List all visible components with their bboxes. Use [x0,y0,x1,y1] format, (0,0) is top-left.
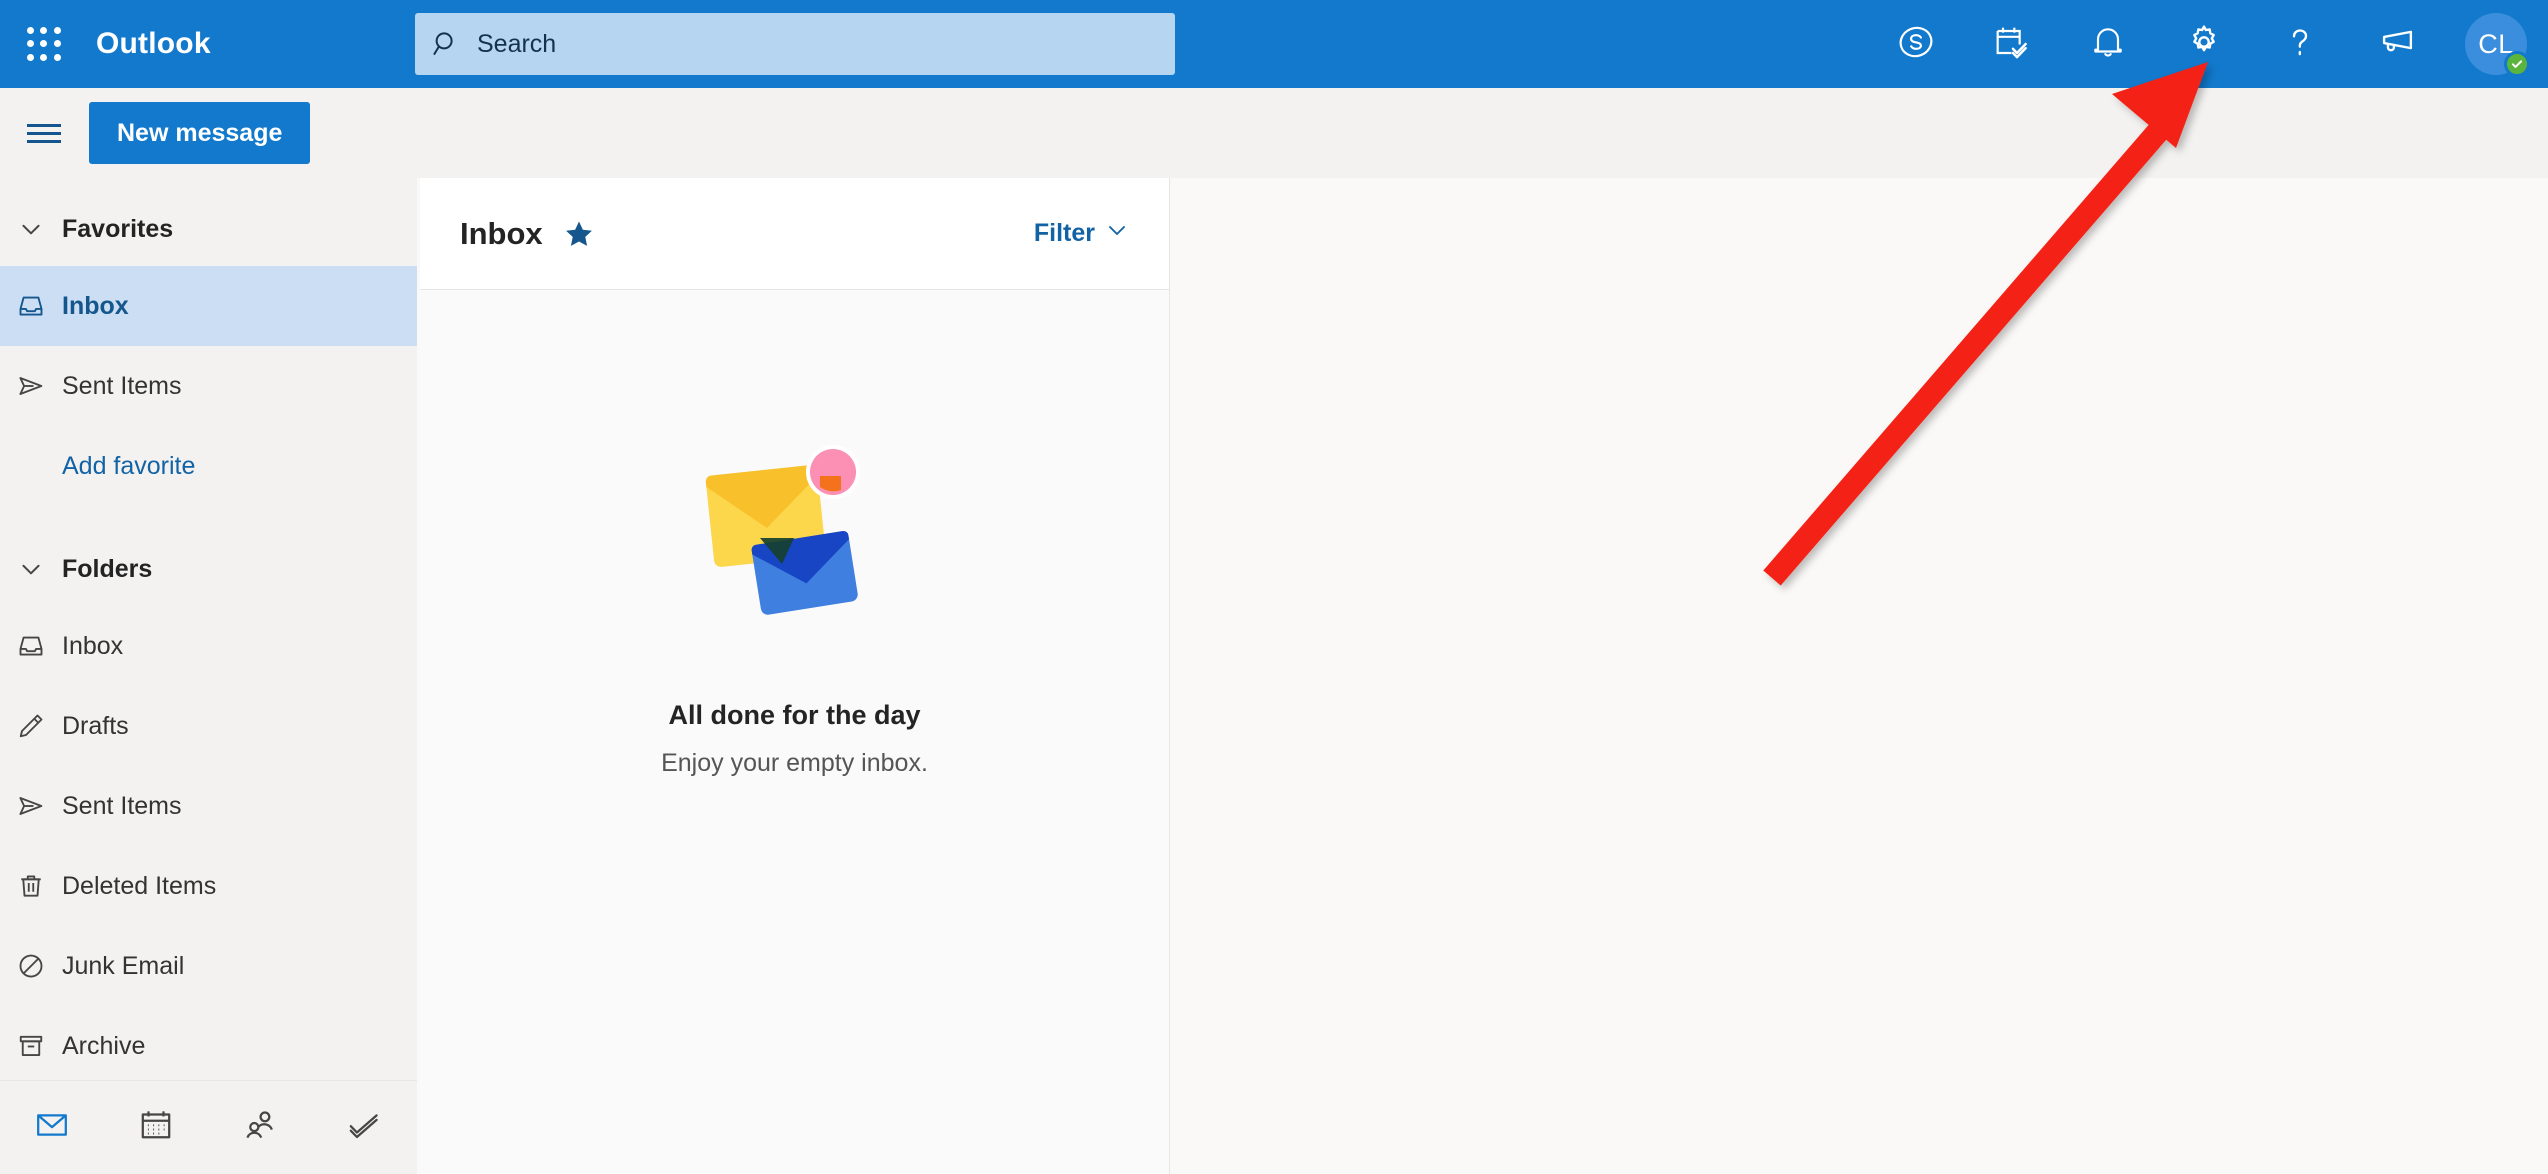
sidebar-item-archive[interactable]: Archive [0,1006,417,1080]
search-box[interactable]: Search [415,13,1175,75]
chevron-down-icon [0,556,62,582]
sidebar-item-drafts[interactable]: Drafts [0,686,417,766]
trash-icon [0,871,62,901]
empty-state-title: All done for the day [668,700,921,730]
empty-state-subtitle: Enjoy your empty inbox. [661,749,928,777]
reading-pane [1171,178,2548,1174]
help-button[interactable] [2252,0,2348,88]
filter-button[interactable]: Filter [1034,218,1129,249]
empty-inbox-illustration [690,440,900,630]
star-icon[interactable] [563,218,595,250]
send-icon [0,791,62,821]
chevron-down-icon [0,216,62,242]
presence-available-icon [2504,51,2530,77]
chevron-down-icon [1105,218,1129,249]
outlook-web-app: Outlook Search CL New message Favorites … [0,0,2548,1174]
sidebar-item-inbox[interactable]: Inbox [0,606,417,686]
page-title: Inbox [460,215,543,251]
module-calendar-button[interactable] [104,1081,208,1174]
sidebar-item-label: Archive [62,1031,146,1060]
module-switcher [0,1080,417,1174]
nav-toggle-button[interactable] [0,88,88,178]
todo-button[interactable] [1964,0,2060,88]
sidebar-item-sent[interactable]: Sent Items [0,766,417,846]
add-favorite-link[interactable]: Add favorite [0,426,417,506]
notifications-button[interactable] [2060,0,2156,88]
settings-button[interactable] [2156,0,2252,88]
secondary-toolbar: New message [0,88,2548,178]
navigation-sidebar: Favorites Inbox Sent Items Add favorite … [0,178,417,1174]
todo-icon [1992,22,2032,67]
folder-tree: Favorites Inbox Sent Items Add favorite … [0,178,417,1080]
send-icon [0,371,62,401]
avatar: CL [2465,13,2530,77]
favorites-group-header[interactable]: Favorites [0,192,417,266]
block-icon [0,951,62,981]
mail-icon [34,1107,70,1148]
message-list-pane: Inbox Filter All done for the day Enjoy … [420,178,1170,1174]
module-people-button[interactable] [208,1081,312,1174]
inbox-icon [0,631,62,661]
calendar-icon [138,1107,174,1148]
filter-label: Filter [1033,219,1095,247]
skype-icon [1896,22,1936,67]
people-icon [242,1107,278,1148]
help-icon [2280,22,2320,67]
sidebar-item-label: Sent Items [62,371,182,400]
hamburger-icon [27,119,61,148]
archive-icon [0,1031,62,1061]
gear-icon [2183,21,2225,68]
megaphone-icon [2375,21,2417,68]
sidebar-item-label: Drafts [62,711,129,740]
top-bar-actions: CL [1868,0,2548,88]
module-mail-button[interactable] [0,1081,104,1174]
top-app-bar: Outlook Search CL [0,0,2548,88]
module-todo-button[interactable] [312,1081,416,1174]
sidebar-item-deleted[interactable]: Deleted Items [0,846,417,926]
folders-group-header[interactable]: Folders [0,532,417,606]
bell-icon [2088,22,2128,67]
brand-title: Outlook [96,27,211,60]
sidebar-item-favorites-sent[interactable]: Sent Items [0,346,417,426]
search-input[interactable]: Search [477,30,556,59]
add-favorite-label: Add favorite [62,451,196,480]
sidebar-item-label: Sent Items [62,791,182,820]
message-list-header: Inbox Filter [420,178,1169,290]
search-icon [415,29,477,59]
app-launcher-button[interactable] [0,0,88,88]
sidebar-item-junk[interactable]: Junk Email [0,926,417,1006]
pencil-icon [0,711,62,741]
favorites-group-label: Favorites [62,214,174,243]
new-message-button[interactable]: New message [89,102,311,164]
folders-group-label: Folders [62,554,153,583]
todo-icon [346,1107,382,1148]
account-button[interactable]: CL [2444,0,2548,88]
skype-button[interactable] [1868,0,1964,88]
inbox-icon [0,291,62,321]
sidebar-item-label: Deleted Items [62,871,217,900]
sidebar-item-favorites-inbox[interactable]: Inbox [0,266,417,346]
feedback-button[interactable] [2348,0,2444,88]
sidebar-item-label: Inbox [62,291,129,320]
empty-inbox-state: All done for the day Enjoy your empty in… [420,290,1169,778]
waffle-icon [27,27,61,61]
sidebar-item-label: Junk Email [62,951,185,980]
sidebar-item-label: Inbox [62,631,124,660]
